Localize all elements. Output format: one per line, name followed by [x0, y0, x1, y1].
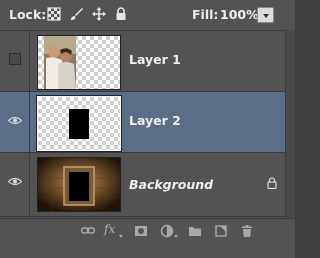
new-layer-icon[interactable] — [214, 224, 228, 238]
layer-lock-icon — [267, 177, 277, 189]
layer-name[interactable]: Background — [129, 177, 213, 192]
layer-name[interactable]: Layer 2 — [129, 113, 181, 128]
visibility-toggle[interactable] — [0, 31, 30, 91]
lock-label: Lock: — [9, 7, 47, 22]
fill-dropdown-icon[interactable] — [257, 7, 274, 23]
layer-row-layer-1[interactable]: Layer 1 — [0, 31, 285, 92]
lock-fill-bar: Lock: Fill: 100% — [0, 0, 295, 31]
new-group-icon[interactable] — [188, 224, 202, 238]
layer-thumbnail — [36, 95, 122, 152]
black-rectangle-thumbnail-image — [69, 109, 89, 139]
lock-position-icon[interactable] — [92, 7, 106, 21]
layer-row-background[interactable]: Background — [0, 153, 285, 217]
visibility-toggle[interactable] — [0, 92, 30, 152]
layer-row-layer-2[interactable]: Layer 2 — [0, 92, 285, 153]
layers-bottom-toolbar: fx — [0, 218, 295, 258]
fill-label: Fill: — [192, 7, 219, 22]
link-layers-icon[interactable] — [81, 224, 95, 238]
layer-style-dropdown-icon[interactable] — [119, 235, 123, 238]
lock-image-pixels-icon[interactable] — [69, 7, 83, 21]
photo-thumbnail-image — [44, 36, 76, 89]
stone-frame-thumbnail-image — [38, 158, 120, 211]
layer-thumbnail — [37, 35, 121, 90]
scrollbar[interactable] — [285, 30, 295, 218]
fill-value-input[interactable]: 100% — [220, 7, 259, 22]
eye-icon[interactable] — [8, 116, 22, 125]
adjustment-dropdown-icon[interactable] — [174, 235, 178, 238]
layer-name[interactable]: Layer 1 — [129, 52, 181, 67]
eye-icon[interactable] — [8, 177, 22, 186]
lock-all-icon[interactable] — [114, 7, 128, 21]
lock-transparent-pixels-icon[interactable] — [47, 7, 61, 21]
visibility-toggle[interactable] — [0, 153, 30, 216]
delete-layer-icon[interactable] — [240, 224, 254, 238]
layer-mask-icon[interactable] — [134, 224, 148, 238]
layer-thumbnail — [37, 157, 121, 212]
layer-style-icon[interactable]: fx — [104, 222, 115, 236]
adjustment-layer-icon[interactable] — [160, 224, 174, 238]
layers-panel: Lock: Fill: 100% Layer 1 Layer 2 Backgro… — [0, 0, 295, 258]
visibility-off-box-icon[interactable] — [9, 53, 21, 65]
